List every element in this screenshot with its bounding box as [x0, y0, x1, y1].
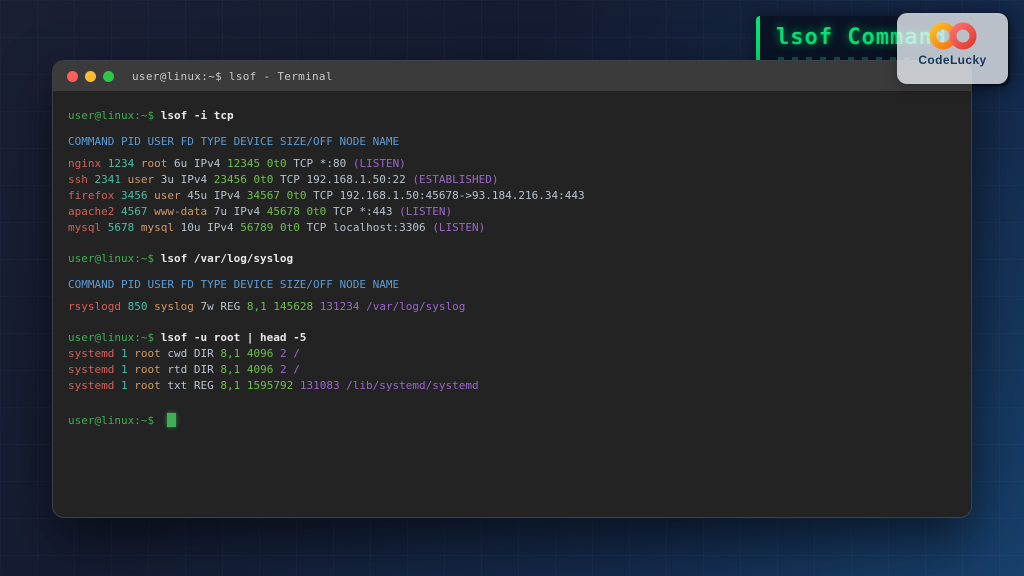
terminal-prompt-line: user@linux:~$	[68, 413, 956, 429]
maximize-button[interactable]	[103, 71, 114, 82]
shell-prompt: user@linux:~$	[68, 252, 154, 265]
terminal-window: user@linux:~$ lsof - Terminal user@linux…	[52, 60, 972, 518]
lsof-output-row: systemd 1 root txt REG 8,1 1595792 13108…	[68, 378, 956, 394]
terminal-cursor	[167, 413, 176, 427]
lsof-output-row: ssh 2341 user 3u IPv4 23456 0t0 TCP 192.…	[68, 172, 956, 188]
lsof-output-row: nginx 1234 root 6u IPv4 12345 0t0 TCP *:…	[68, 156, 956, 172]
lsof-column-header: COMMAND PID USER FD TYPE DEVICE SIZE/OFF…	[68, 277, 956, 293]
shell-prompt: user@linux:~$	[68, 414, 154, 427]
terminal-prompt-line: user@linux:~$ lsof -i tcp	[68, 108, 956, 124]
typed-command: lsof /var/log/syslog	[161, 252, 293, 265]
brand-name: CodeLucky	[918, 53, 986, 67]
terminal-prompt-line: user@linux:~$ lsof /var/log/syslog	[68, 251, 956, 267]
typed-command: lsof -i tcp	[161, 109, 234, 122]
shell-prompt: user@linux:~$	[68, 109, 154, 122]
terminal-prompt-line: user@linux:~$ lsof -u root | head -5	[68, 330, 956, 346]
close-button[interactable]	[67, 71, 78, 82]
window-title: user@linux:~$ lsof - Terminal	[132, 70, 333, 83]
infinity-logo-icon	[924, 21, 982, 51]
window-controls	[67, 71, 114, 82]
minimize-button[interactable]	[85, 71, 96, 82]
typed-command: lsof -u root | head -5	[161, 331, 307, 344]
lsof-output-row: firefox 3456 user 45u IPv4 34567 0t0 TCP…	[68, 188, 956, 204]
lsof-output-row: mysql 5678 mysql 10u IPv4 56789 0t0 TCP …	[68, 220, 956, 236]
window-titlebar[interactable]: user@linux:~$ lsof - Terminal	[53, 61, 971, 91]
lsof-column-header: COMMAND PID USER FD TYPE DEVICE SIZE/OFF…	[68, 134, 956, 150]
shell-prompt: user@linux:~$	[68, 331, 154, 344]
terminal-output[interactable]: user@linux:~$ lsof -i tcp COMMAND PID USE…	[53, 91, 971, 446]
codelucky-badge: CodeLucky	[897, 13, 1008, 84]
lsof-output-row: rsyslogd 850 syslog 7w REG 8,1 145628 13…	[68, 299, 956, 315]
lsof-output-row: systemd 1 root rtd DIR 8,1 4096 2 /	[68, 362, 956, 378]
lsof-output-row: apache2 4567 www-data 7u IPv4 45678 0t0 …	[68, 204, 956, 220]
lsof-output-row: systemd 1 root cwd DIR 8,1 4096 2 /	[68, 346, 956, 362]
